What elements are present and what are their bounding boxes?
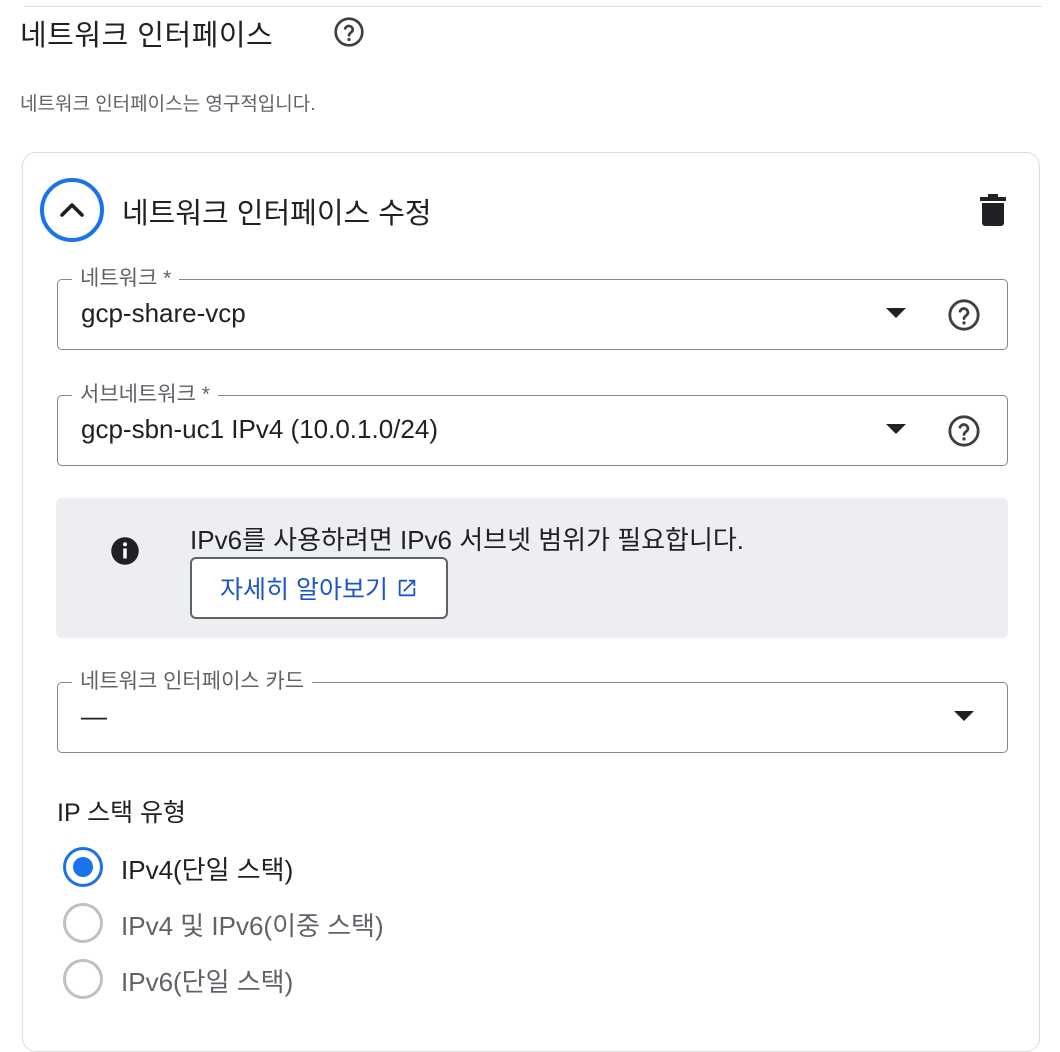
radio-ipv6-single[interactable] <box>63 959 103 999</box>
dropdown-arrow-icon <box>886 308 906 318</box>
delete-button[interactable] <box>974 190 1012 230</box>
radio-ipv6-single-label[interactable]: IPv6(단일 스택) <box>121 962 293 999</box>
learn-more-button[interactable]: 자세히 알아보기 <box>190 557 448 619</box>
dropdown-arrow-icon <box>954 711 974 721</box>
nic-value: — <box>81 701 107 731</box>
open-in-new-icon <box>398 579 416 597</box>
section-title: 네트워크 인터페이스 <box>20 20 274 52</box>
nic-select[interactable]: 네트워크 인터페이스 카드 — <box>57 668 1008 753</box>
network-label: 네트워크 * <box>72 265 180 293</box>
radio-ipv4-single-label[interactable]: IPv4(단일 스택) <box>121 850 293 887</box>
nic-label: 네트워크 인터페이스 카드 <box>72 668 313 696</box>
help-circle-icon[interactable] <box>333 16 365 48</box>
ip-stack-type-label: IP 스택 유형 <box>57 799 187 827</box>
radio-dual-stack-label[interactable]: IPv4 및 IPv6(이중 스택) <box>121 906 384 943</box>
section-description: 네트워크 인터페이스는 영구적입니다. <box>20 94 316 115</box>
radio-dual-stack[interactable] <box>63 903 103 943</box>
dropdown-arrow-icon <box>886 424 906 434</box>
subnetwork-value: gcp-sbn-uc1 IPv4 (10.0.1.0/24) <box>81 414 438 444</box>
learn-more-label: 자세히 알아보기 <box>220 576 388 604</box>
top-divider <box>24 6 1042 7</box>
subnetwork-select[interactable]: 서브네트워크 * gcp-sbn-uc1 IPv4 (10.0.1.0/24) <box>57 381 1008 466</box>
network-select[interactable]: 네트워크 * gcp-share-vcp <box>57 265 1008 350</box>
radio-ipv4-single[interactable] <box>63 847 103 887</box>
info-icon <box>111 537 139 565</box>
collapse-button[interactable] <box>40 178 104 242</box>
trash-icon <box>980 194 1006 226</box>
help-circle-icon[interactable] <box>947 414 981 448</box>
chevron-up-icon <box>60 203 84 217</box>
ipv6-info-text: IPv6를 사용하려면 IPv6 서브넷 범위가 필요합니다. <box>190 525 745 555</box>
network-value: gcp-share-vcp <box>81 298 246 328</box>
help-circle-icon[interactable] <box>947 298 981 332</box>
card-title: 네트워크 인터페이스 수정 <box>122 198 432 230</box>
radio-dot <box>73 857 93 877</box>
subnetwork-label: 서브네트워크 * <box>72 381 218 409</box>
